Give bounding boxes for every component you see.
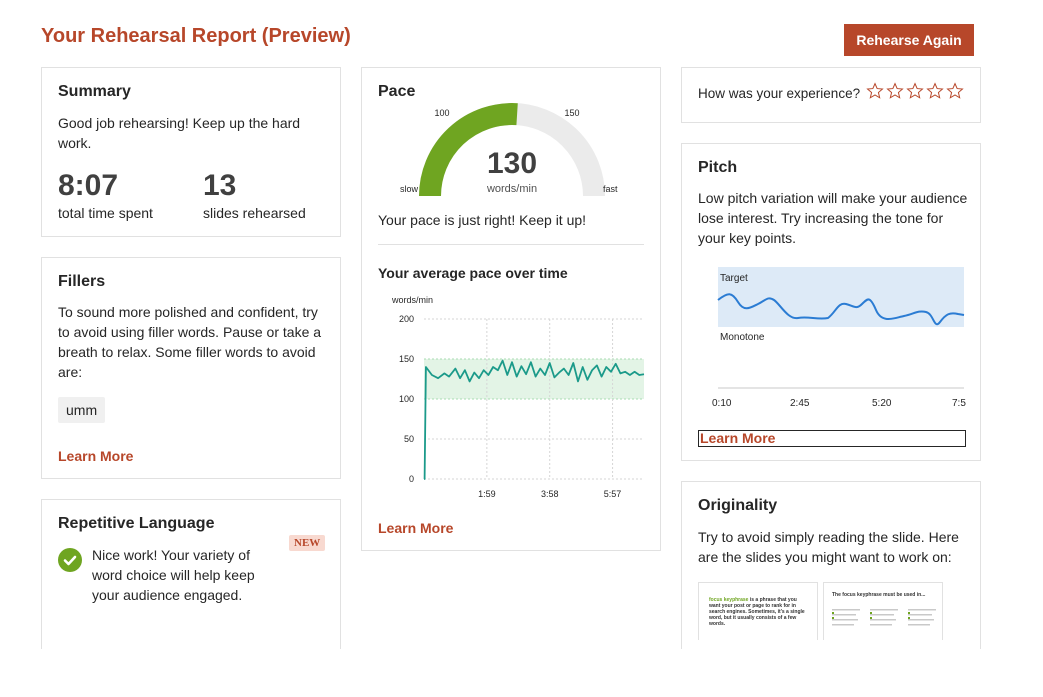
pitch-monotone-label: Monotone — [720, 332, 765, 343]
y-tick-label: 200 — [399, 314, 414, 324]
pitch-card: Pitch Low pitch variation will make your… — [681, 143, 981, 461]
pace-learn-more-link[interactable]: Learn More — [378, 520, 453, 536]
star-icon[interactable] — [946, 82, 964, 100]
pace-chart-title: Your average pace over time — [378, 265, 568, 281]
star-icon[interactable] — [906, 82, 924, 100]
slide-thumbnail-2[interactable]: The focus keyphrase must be used in... — [823, 582, 943, 640]
fillers-title: Fillers — [58, 273, 106, 290]
x-tick-label: 1:59 — [478, 489, 496, 499]
y-tick-label: 100 — [399, 394, 414, 404]
filler-word-chip: umm — [58, 397, 106, 423]
y-tick-label: 150 — [399, 354, 414, 364]
x-tick-label: 5:57 — [604, 489, 622, 499]
gauge-value: 130 — [487, 147, 537, 180]
fillers-card: Fillers To sound more polished and confi… — [41, 257, 341, 479]
experience-card: How was your experience? — [681, 67, 981, 123]
slides-rehearsed-label: slides rehearsed — [203, 205, 306, 221]
repetitive-language-message: Nice work! Your variety of word choice w… — [92, 547, 255, 603]
repetitive-language-title: Repetitive Language — [58, 515, 215, 532]
pitch-target-label: Target — [720, 273, 748, 284]
new-badge: NEW — [289, 535, 326, 551]
pitch-message: Low pitch variation will make your audie… — [698, 190, 968, 246]
summary-card: Summary Good job rehearsing! Keep up the… — [41, 67, 341, 237]
experience-question: How was your experience? — [698, 86, 861, 101]
originality-message: Try to avoid simply reading the slide. H… — [698, 529, 959, 565]
star-icon[interactable] — [926, 82, 944, 100]
slides-rehearsed-value: 13 — [203, 169, 237, 202]
slide-thumbnail-columns — [832, 609, 936, 626]
y-axis-label: words/min — [391, 295, 433, 305]
pace-message: Your pace is just right! Keep it up! — [378, 212, 587, 228]
rehearse-again-button[interactable]: Rehearse Again — [844, 24, 974, 56]
star-icon[interactable] — [886, 82, 904, 100]
pace-divider — [378, 244, 644, 245]
pitch-x-tick: 5:20 — [872, 398, 892, 409]
repetitive-language-card: Repetitive Language NEW Nice work! Your … — [41, 499, 341, 649]
pace-gauge: 100 150 slow fast 130 words/min — [400, 103, 618, 197]
gauge-label-100: 100 — [434, 108, 449, 118]
pitch-target-band — [718, 267, 964, 327]
slide-thumbnail-1[interactable]: focus keyphrase is a phrase that you wan… — [698, 582, 818, 640]
target-pace-band — [424, 359, 644, 399]
pace-over-time-chart: words/min 0 50 100 150 200 1:59 3:58 5:57 — [391, 295, 645, 499]
originality-title: Originality — [698, 497, 778, 514]
pace-card: Pace 100 150 slow fast 130 words/min You… — [361, 67, 661, 551]
pitch-title: Pitch — [698, 159, 738, 176]
total-time-value: 8:07 — [58, 169, 119, 202]
pitch-x-tick: 2:45 — [790, 398, 810, 409]
gauge-label-slow: slow — [400, 184, 419, 194]
originality-card: Originality Try to avoid simply reading … — [681, 481, 981, 649]
checkmark-icon — [58, 548, 82, 572]
pitch-x-tick: 0:10 — [712, 398, 732, 409]
summary-title: Summary — [58, 83, 131, 100]
pace-title: Pace — [378, 83, 416, 100]
gauge-unit: words/min — [486, 183, 537, 195]
total-time-label: total time spent — [58, 205, 153, 221]
fillers-message: To sound more polished and confident, tr… — [58, 304, 322, 380]
star-rating — [866, 82, 964, 100]
y-tick-label: 50 — [404, 434, 414, 444]
pitch-chart: Target Monotone 0:10 2:45 5:20 7:5 — [712, 267, 966, 409]
page-title: Your Rehearsal Report (Preview) — [41, 25, 351, 47]
x-tick-label: 3:58 — [541, 489, 559, 499]
star-icon[interactable] — [866, 82, 884, 100]
pitch-x-tick: 7:5 — [952, 398, 966, 409]
y-tick-label: 0 — [409, 474, 414, 484]
summary-message: Good job rehearsing! Keep up the hard wo… — [58, 115, 301, 151]
gauge-label-150: 150 — [564, 108, 579, 118]
pitch-learn-more-link[interactable]: Learn More — [698, 430, 966, 447]
fillers-learn-more-link[interactable]: Learn More — [58, 448, 133, 464]
slide-thumbnail-title: The focus keyphrase must be used in... — [832, 592, 926, 598]
gauge-label-fast: fast — [603, 184, 618, 194]
